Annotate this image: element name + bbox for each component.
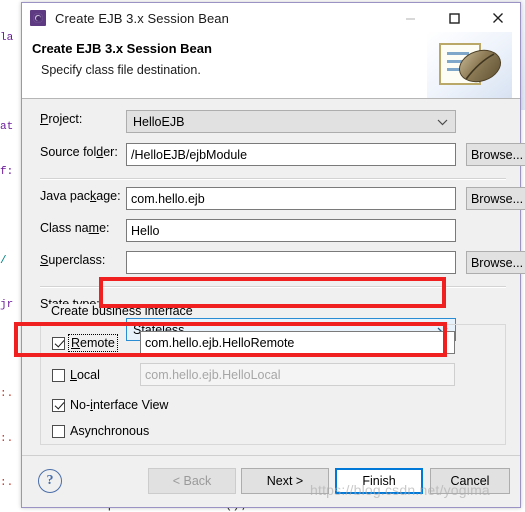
java-package-input[interactable]: [126, 187, 456, 210]
browse-label: Browse...: [470, 255, 524, 270]
ejb-bean-banner-icon: [427, 32, 512, 98]
superclass-input[interactable]: [126, 251, 456, 274]
class-name-input[interactable]: [126, 219, 456, 242]
project-label: Project:: [40, 112, 83, 126]
watermark: https://blog.csdn.net/yogima: [310, 482, 490, 498]
no-interface-view-label: No-interface View: [70, 398, 169, 412]
screen: la at f: / jr :. :. :. :. :. :. ~, Lo / …: [0, 0, 525, 512]
java-package-browse-button[interactable]: Browse...: [466, 187, 525, 210]
browse-label: Browse...: [470, 191, 524, 206]
asynchronous-label: Asynchronous: [70, 424, 150, 438]
superclass-browse-button[interactable]: Browse...: [466, 251, 525, 274]
dialog-footer: ? < Back Next > Finish Cancel: [22, 455, 520, 507]
local-interface-input: [140, 363, 455, 386]
minimize-icon[interactable]: [388, 3, 432, 33]
local-checkbox-row[interactable]: Local: [52, 365, 100, 385]
dialog-body: Project: HelloEJB Source folder: Browse.…: [22, 99, 525, 457]
close-icon[interactable]: [476, 3, 520, 33]
remote-interface-input[interactable]: [140, 331, 455, 354]
banner-title: Create EJB 3.x Session Bean: [32, 41, 212, 56]
source-folder-browse-button[interactable]: Browse...: [466, 143, 525, 166]
banner-subtitle: Specify class file destination.: [41, 63, 201, 77]
dialog-title: Create EJB 3.x Session Bean: [55, 10, 229, 26]
help-icon[interactable]: ?: [38, 469, 62, 493]
local-label: Local: [70, 368, 100, 382]
back-button: < Back: [148, 468, 236, 494]
window-controls: [388, 3, 520, 33]
divider-1: [40, 178, 506, 180]
superclass-label: Superclass:: [40, 253, 106, 267]
asynchronous-checkbox-row[interactable]: Asynchronous: [52, 421, 149, 441]
project-combo[interactable]: HelloEJB: [126, 110, 456, 133]
local-checkbox[interactable]: [52, 368, 65, 382]
asynchronous-checkbox[interactable]: [52, 424, 65, 438]
class-name-label: Class name:: [40, 221, 110, 235]
business-interface-group-label: Create business interface: [48, 304, 196, 318]
remote-label: Remote: [68, 334, 118, 352]
no-interface-view-checkbox[interactable]: [52, 398, 65, 412]
no-interface-view-checkbox-row[interactable]: No-interface View: [52, 395, 168, 415]
java-package-label: Java package:: [40, 189, 121, 203]
dialog-banner: Create EJB 3.x Session Bean Specify clas…: [22, 32, 520, 99]
project-combo-value: HelloEJB: [133, 114, 185, 129]
chevron-down-icon: [437, 115, 448, 129]
source-folder-input[interactable]: [126, 143, 456, 166]
dialog-titlebar: Create EJB 3.x Session Bean: [22, 3, 520, 33]
maximize-icon[interactable]: [432, 3, 476, 33]
divider-2: [40, 286, 506, 288]
remote-checkbox[interactable]: [52, 336, 65, 350]
back-label: < Back: [172, 474, 212, 488]
source-folder-label: Source folder:: [40, 145, 118, 159]
next-label: Next >: [266, 474, 304, 488]
ejb-gear-icon: [30, 10, 46, 26]
remote-checkbox-row[interactable]: Remote: [52, 333, 118, 353]
browse-label: Browse...: [470, 147, 524, 162]
create-ejb-session-bean-dialog: Create EJB 3.x Session Bean Create EJB 3…: [21, 2, 525, 508]
